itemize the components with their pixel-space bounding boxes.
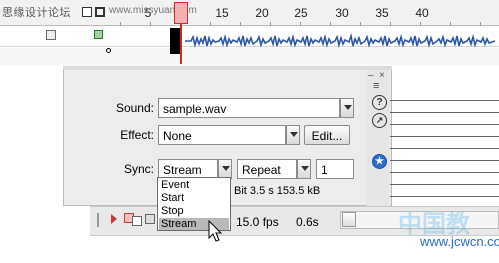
center-frame-icon[interactable] xyxy=(111,214,117,224)
sync-field[interactable]: Stream xyxy=(158,159,218,179)
stage-line xyxy=(390,124,499,125)
layer-color-icon[interactable] xyxy=(94,30,103,39)
sound-waveform xyxy=(185,32,496,49)
layer-outline-icon[interactable] xyxy=(95,7,105,17)
menu-item-stop[interactable]: Stop xyxy=(159,205,229,217)
sound-field[interactable]: sample.wav xyxy=(158,98,340,118)
ruler-tick xyxy=(450,22,451,26)
sound-label: Sound: xyxy=(115,101,154,115)
ruler-tick xyxy=(120,22,121,26)
timeline: 5 10 15 20 25 30 35 40 思缘设计论坛 www.missyu… xyxy=(0,0,499,70)
sync-dropdown-arrow[interactable] xyxy=(218,159,232,179)
scroll-left-button[interactable] xyxy=(342,212,356,227)
divider xyxy=(97,213,99,227)
keyframe-dot[interactable] xyxy=(106,48,111,53)
sync-label: Sync: xyxy=(123,162,154,176)
stage-line xyxy=(390,196,499,197)
ruler-number: 15 xyxy=(215,6,229,20)
sound-info: Bit 3.5 s 153.5 kB xyxy=(234,185,321,197)
layer-visibility-icon[interactable] xyxy=(82,7,92,17)
effect-label: Effect: xyxy=(120,128,154,142)
edit-multiple-frames-icon[interactable] xyxy=(145,214,155,224)
ruler-number: 20 xyxy=(255,6,269,20)
ruler-tick xyxy=(390,22,391,26)
ruler-number: 30 xyxy=(335,6,349,20)
playhead-line xyxy=(180,24,182,64)
accessibility-icon[interactable]: ★ xyxy=(372,154,387,169)
menu-item-start[interactable]: Start xyxy=(159,192,229,204)
stage-line xyxy=(390,172,499,173)
stage-line xyxy=(390,184,499,185)
onion-outline-icon[interactable] xyxy=(132,216,142,226)
ruler-tick xyxy=(240,22,241,26)
stage-line xyxy=(390,160,499,161)
edit-button[interactable]: Edit... xyxy=(304,125,350,145)
collapse-icon[interactable]: ↗ xyxy=(372,113,387,128)
close-icon[interactable]: × xyxy=(379,70,385,81)
ruler-tick xyxy=(360,22,361,26)
effect-field[interactable]: None xyxy=(158,125,286,145)
ruler-tick xyxy=(300,22,301,26)
ruler-number: 25 xyxy=(294,6,308,20)
effect-dropdown-arrow[interactable] xyxy=(286,125,300,145)
playhead[interactable] xyxy=(174,2,188,24)
stage-line xyxy=(390,136,499,137)
layer-row[interactable] xyxy=(0,48,499,66)
keyframe[interactable] xyxy=(170,28,180,54)
stage-line xyxy=(390,148,499,149)
ruler-tick xyxy=(150,22,151,26)
panel-menu-icon[interactable]: ≡ xyxy=(373,80,379,92)
ruler-tick xyxy=(480,22,481,26)
ruler-tick xyxy=(210,22,211,26)
sound-dropdown-arrow[interactable] xyxy=(340,98,354,118)
menu-item-event[interactable]: Event xyxy=(159,179,229,191)
timeline-ruler[interactable]: 5 10 15 20 25 30 35 40 xyxy=(0,0,499,26)
repeat-field[interactable]: Repeat xyxy=(237,159,297,179)
elapsed-time: 0.6s xyxy=(296,215,319,229)
pencil-icon[interactable] xyxy=(46,30,56,40)
repeat-count-input[interactable]: 1 xyxy=(316,159,354,179)
watermark-text: 思缘设计论坛 xyxy=(2,7,71,19)
watermark-site: www.jcwcn.com xyxy=(420,234,499,249)
help-icon[interactable]: ? xyxy=(372,95,387,110)
ruler-tick xyxy=(420,22,421,26)
ruler-number: 40 xyxy=(415,6,429,20)
ruler-tick xyxy=(330,22,331,26)
repeat-dropdown-arrow[interactable] xyxy=(297,159,311,179)
ruler-tick xyxy=(270,22,271,26)
stage-line xyxy=(390,112,499,113)
ruler-number: 35 xyxy=(375,6,389,20)
frame-rate: 15.0 fps xyxy=(236,215,279,229)
stage-line xyxy=(390,100,499,101)
mouse-cursor-icon xyxy=(208,220,223,242)
